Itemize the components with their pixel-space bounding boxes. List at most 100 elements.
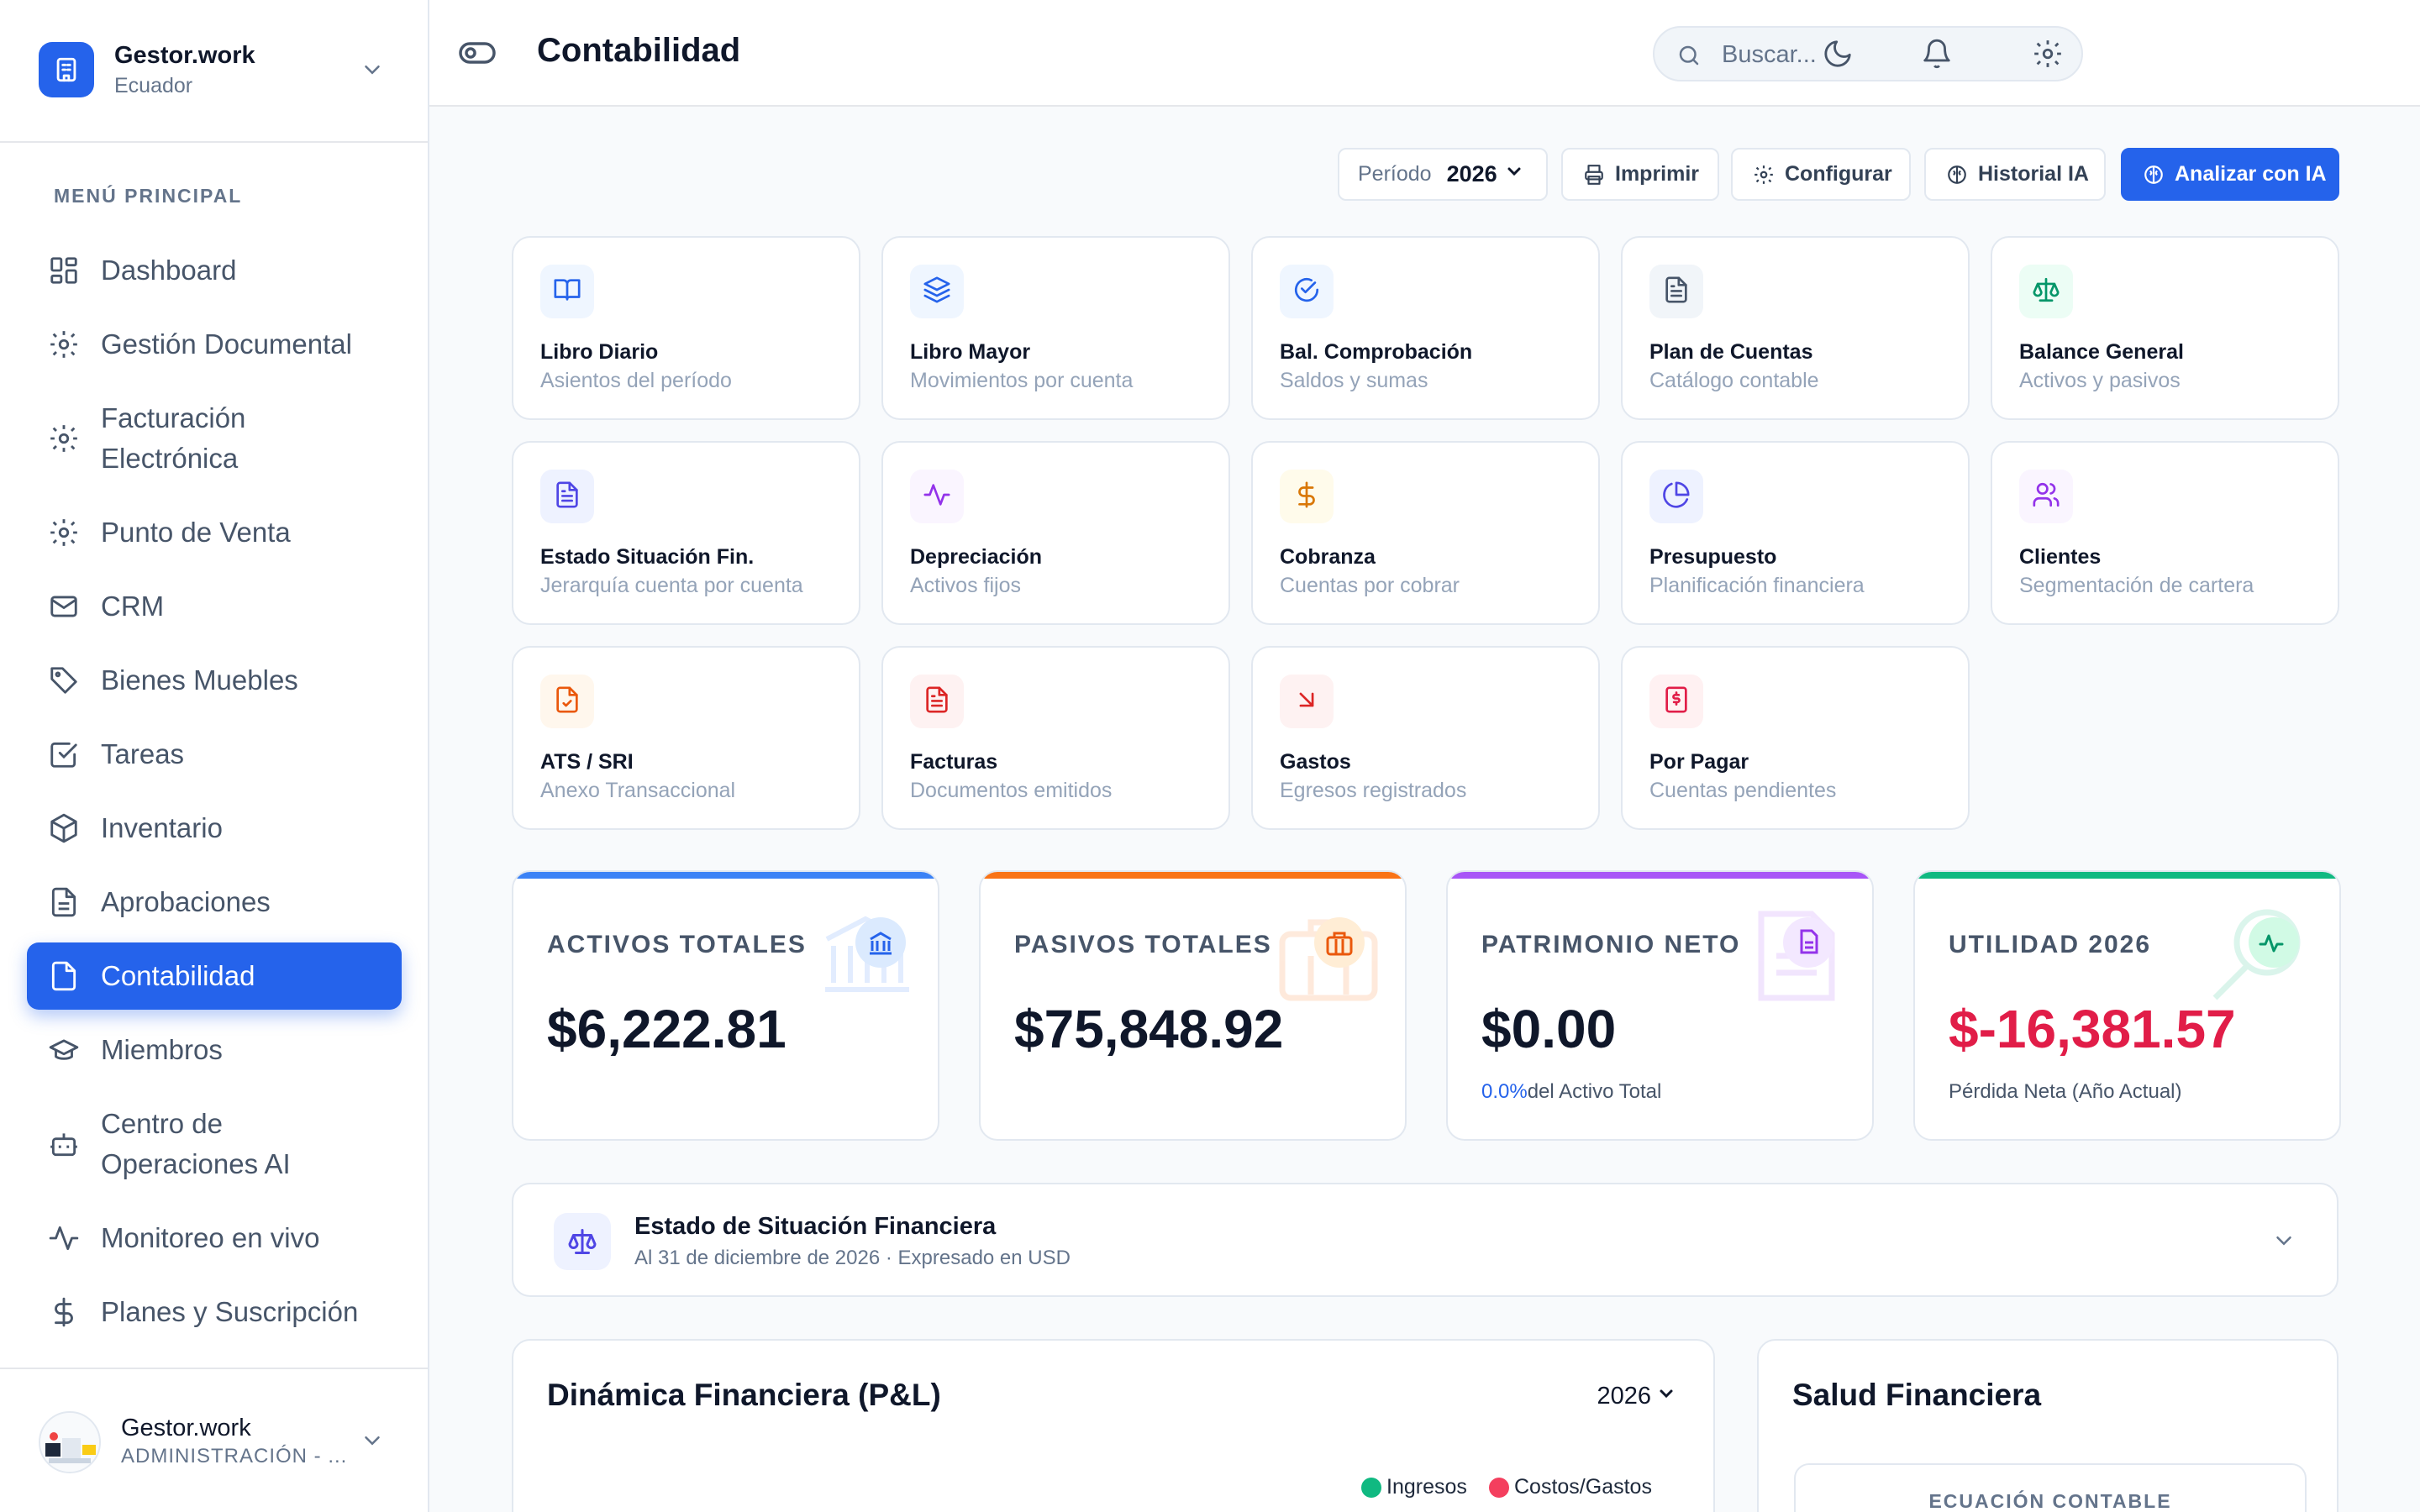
module-title: Balance General: [2019, 340, 2184, 364]
module-subtitle: Cuentas por cobrar: [1280, 574, 1460, 597]
module-title: Gastos: [1280, 750, 1351, 774]
module-title: Cobranza: [1280, 545, 1376, 569]
sidebar-toggle-icon[interactable]: [458, 37, 497, 73]
print-button[interactable]: Imprimir: [1561, 148, 1719, 201]
activity-icon: [2212, 906, 2321, 1011]
module-subtitle: Cuentas pendientes: [1649, 779, 1837, 802]
sidebar-item-label: CRM: [101, 591, 165, 622]
sidebar-item-monitoreo-en-vivo[interactable]: Monitoreo en vivo: [27, 1218, 402, 1258]
kpi-value: $75,848.92: [1014, 999, 1284, 1059]
module-card-cobranza[interactable]: Cobranza Cuentas por cobrar: [1251, 441, 1600, 625]
kpi-accent-bar: [513, 872, 938, 879]
pie-chart-icon: [1662, 480, 1691, 513]
module-title: Clientes: [2019, 545, 2102, 569]
brain-icon: [2144, 165, 2163, 184]
sidebar-item-bienes-muebles[interactable]: Bienes Muebles: [27, 660, 402, 701]
module-card-depreciacion[interactable]: Depreciación Activos fijos: [881, 441, 1230, 625]
sidebar-item-tareas[interactable]: Tareas: [27, 734, 402, 774]
file-text-icon: [923, 685, 951, 718]
module-icon-bg: [910, 675, 964, 728]
kpi-value: $0.00: [1481, 999, 1617, 1059]
period-select[interactable]: Período 2026: [1338, 148, 1548, 201]
history-ai-button[interactable]: Historial IA: [1924, 148, 2106, 201]
analyze-ai-button[interactable]: Analizar con IA: [2121, 148, 2339, 201]
sidebar-item-aprobaciones[interactable]: Aprobaciones: [27, 882, 402, 922]
sidebar-item-label: Contabilidad: [101, 960, 255, 991]
module-subtitle: Planificación financiera: [1649, 574, 1865, 597]
kpi-accent-bar: [1915, 872, 2339, 879]
module-card-facturas[interactable]: Facturas Documentos emitidos: [881, 646, 1230, 830]
module-subtitle: Documentos emitidos: [910, 779, 1113, 802]
bell-icon[interactable]: [1920, 37, 1954, 71]
module-card-ats-sri[interactable]: ATS / SRI Anexo Transaccional: [512, 646, 860, 830]
sidebar-item-inventario[interactable]: Inventario: [27, 808, 402, 848]
estado-situacion-section[interactable]: Estado de Situación Financiera Al 31 de …: [512, 1183, 2338, 1297]
module-title: Bal. Comprobación: [1280, 340, 1473, 364]
module-icon-bg: [910, 470, 964, 523]
kpi-card-activos: ACTIVOS TOTALES $6,222.81: [512, 870, 939, 1141]
health-panel: Salud Financiera ECUACIÓN CONTABLE: [1757, 1339, 2338, 1512]
module-card-plan-de-cuentas[interactable]: Plan de Cuentas Catálogo contable: [1621, 236, 1970, 420]
kpi-label: PASIVOS TOTALES: [1014, 931, 1272, 958]
sidebar-item-facturacion-electronica[interactable]: Facturación Electrónica: [27, 398, 402, 479]
legend-dot: [1361, 1477, 1381, 1498]
mail-icon: [47, 590, 81, 623]
module-title: Por Pagar: [1649, 750, 1749, 774]
module-title: Libro Diario: [540, 340, 659, 364]
module-subtitle: Jerarquía cuenta por cuenta: [540, 574, 803, 597]
module-card-gastos[interactable]: Gastos Egresos registrados: [1251, 646, 1600, 830]
avatar: [39, 1411, 101, 1473]
checkbox-icon: [47, 738, 81, 771]
module-card-por-pagar[interactable]: Por Pagar Cuentas pendientes: [1621, 646, 1970, 830]
sidebar-item-contabilidad[interactable]: Contabilidad: [27, 942, 402, 1010]
users-icon: [2032, 480, 2060, 513]
receipt-icon: [1662, 685, 1691, 718]
top-header: Contabilidad: [429, 0, 2420, 107]
chevron-down-icon[interactable]: [2271, 1228, 2296, 1257]
kpi-note-text: del Activo Total: [1527, 1080, 1662, 1103]
configure-button[interactable]: Configurar: [1731, 148, 1911, 201]
module-card-estado-situacion[interactable]: Estado Situación Fin. Jerarquía cuenta p…: [512, 441, 860, 625]
chevron-down-icon: [1656, 1383, 1676, 1410]
moon-icon[interactable]: [1821, 37, 1854, 71]
kpi-note-percent: 0.0%: [1481, 1080, 1528, 1103]
module-title: Presupuesto: [1649, 545, 1777, 569]
accounting-equation-card: ECUACIÓN CONTABLE: [1794, 1463, 2307, 1512]
module-card-libro-diario[interactable]: Libro Diario Asientos del período: [512, 236, 860, 420]
module-card-libro-mayor[interactable]: Libro Mayor Movimientos por cuenta: [881, 236, 1230, 420]
search-input[interactable]: [1722, 38, 2066, 71]
sidebar-item-label: Aprobaciones: [101, 886, 271, 917]
activity-icon: [923, 480, 951, 513]
chevron-down-icon: [360, 1428, 385, 1457]
sidebar-item-dashboard[interactable]: Dashboard: [27, 250, 402, 291]
kpi-note-text: Pérdida Neta (Año Actual): [1949, 1080, 2182, 1103]
activity-icon: [47, 1221, 81, 1255]
workspace-switcher[interactable]: Gestor.work Ecuador: [0, 0, 428, 143]
scale-icon: [2032, 276, 2060, 308]
kpi-card-pasivos: PASIVOS TOTALES $75,848.92: [979, 870, 1407, 1141]
module-title: Facturas: [910, 750, 998, 774]
sidebar-item-label: Punto de Venta: [101, 517, 291, 548]
sidebar-item-punto-de-venta[interactable]: Punto de Venta: [27, 512, 402, 553]
user-menu[interactable]: Gestor.work ADMINISTRACIÓN - ...: [0, 1368, 428, 1512]
sidebar-item-crm[interactable]: CRM: [27, 586, 402, 627]
module-subtitle: Saldos y sumas: [1280, 369, 1428, 392]
pl-year-select[interactable]: 2026: [1597, 1383, 1676, 1410]
period-value: 2026: [1446, 161, 1497, 186]
kpi-accent-bar: [981, 872, 1405, 879]
health-panel-title: Salud Financiera: [1792, 1378, 2042, 1412]
module-card-bal-comprobacion[interactable]: Bal. Comprobación Saldos y sumas: [1251, 236, 1600, 420]
sidebar-item-planes-y-suscripcion[interactable]: Planes y Suscripción: [27, 1292, 402, 1332]
sidebar-item-centro-de-operaciones-ai[interactable]: Centro de Operaciones AI: [27, 1104, 402, 1184]
sidebar-item-miembros[interactable]: Miembros: [27, 1030, 402, 1070]
module-card-clientes[interactable]: Clientes Segmentación de cartera: [1991, 441, 2339, 625]
check-circle-icon: [1292, 276, 1321, 308]
workspace-country: Ecuador: [114, 74, 193, 97]
sidebar-item-gestion-documental[interactable]: Gestión Documental: [27, 324, 402, 365]
kpi-card-patrimonio: PATRIMONIO NETO $0.00 0.0%del Activo Tot…: [1446, 870, 1874, 1141]
gear-icon[interactable]: [2031, 37, 2065, 71]
search-icon: [1676, 43, 1702, 72]
module-card-presupuesto[interactable]: Presupuesto Planificación financiera: [1621, 441, 1970, 625]
legend-item-costos-gastos: Costos/Gastos: [1489, 1475, 1652, 1499]
module-card-balance-general[interactable]: Balance General Activos y pasivos: [1991, 236, 2339, 420]
